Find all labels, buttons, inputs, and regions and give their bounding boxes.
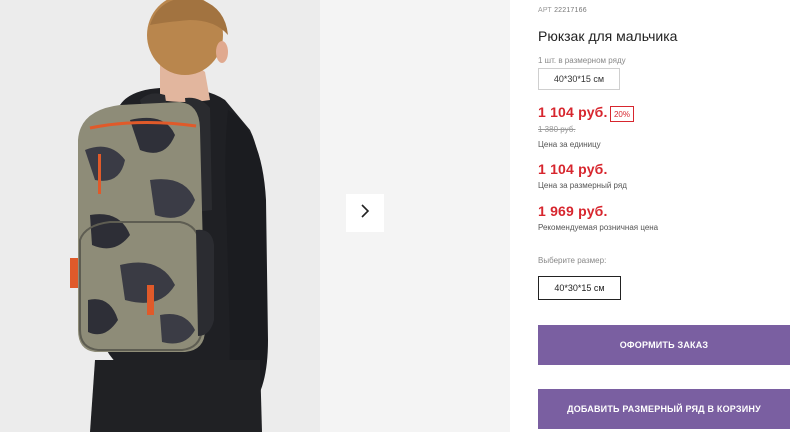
size-option[interactable]: 40*30*15 см: [538, 276, 621, 300]
chevron-right-icon: [359, 203, 371, 224]
row-price-caption: Цена за размерный ряд: [538, 181, 627, 190]
sku-value: 22217166: [554, 7, 587, 14]
discount-badge: 20%: [610, 106, 634, 122]
product-photo: [0, 0, 320, 432]
retail-price: 1 969 руб.: [538, 203, 608, 219]
old-price: 1 380 руб.: [538, 125, 576, 134]
unit-price: 1 104 руб.: [538, 104, 608, 120]
order-button[interactable]: ОФОРМИТЬ ЗАКАЗ: [538, 325, 790, 365]
product-title: Рюкзак для мальчика: [538, 28, 678, 44]
product-info-panel: АРТ 22217166 Рюкзак для мальчика 1 шт. в…: [538, 0, 800, 432]
row-price: 1 104 руб.: [538, 161, 608, 177]
size-row-chip: 40*30*15 см: [538, 68, 620, 90]
unit-price-caption: Цена за единицу: [538, 140, 601, 149]
choose-size-label: Выберите размер:: [538, 256, 607, 265]
gallery-next-button[interactable]: [346, 194, 384, 232]
sku-label: АРТ: [538, 7, 552, 14]
add-size-row-to-cart-button[interactable]: ДОБАВИТЬ РАЗМЕРНЫЙ РЯД В КОРЗИНУ: [538, 389, 790, 429]
size-row-label: 1 шт. в размерном ряду: [538, 56, 626, 65]
retail-price-caption: Рекомендуемая розничная цена: [538, 223, 659, 232]
product-gallery: [0, 0, 510, 432]
sku: АРТ 22217166: [538, 7, 587, 14]
backpack-on-boy-image: [0, 0, 320, 432]
